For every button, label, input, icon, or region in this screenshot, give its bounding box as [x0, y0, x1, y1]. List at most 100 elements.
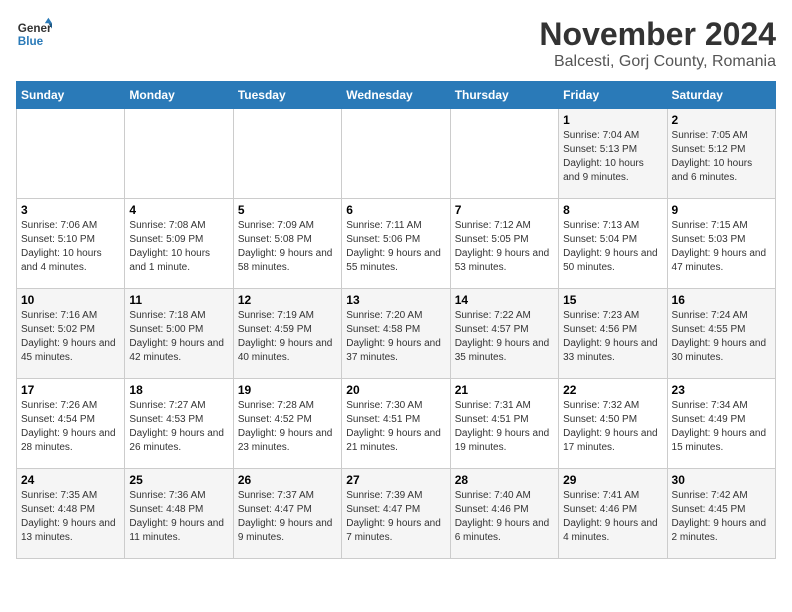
logo-icon: General Blue: [16, 16, 52, 52]
day-info: Sunrise: 7:04 AM Sunset: 5:13 PM Dayligh…: [563, 129, 662, 185]
day-info: Sunrise: 7:34 AM Sunset: 4:49 PM Dayligh…: [672, 399, 771, 455]
day-number: 23: [672, 383, 771, 397]
weekday-header-friday: Friday: [559, 82, 667, 109]
calendar-cell: 2 Sunrise: 7:05 AM Sunset: 5:12 PM Daylig…: [667, 109, 775, 199]
day-number: 10: [21, 293, 120, 307]
day-number: 19: [238, 383, 337, 397]
day-info: Sunrise: 7:22 AM Sunset: 4:57 PM Dayligh…: [455, 309, 554, 365]
day-info: Sunrise: 7:37 AM Sunset: 4:47 PM Dayligh…: [238, 489, 337, 545]
calendar-cell: 11 Sunrise: 7:18 AM Sunset: 5:00 PM Dayli…: [125, 289, 233, 379]
day-number: 8: [563, 203, 662, 217]
day-number: 4: [129, 203, 228, 217]
day-info: Sunrise: 7:28 AM Sunset: 4:52 PM Dayligh…: [238, 399, 337, 455]
calendar-cell: 8 Sunrise: 7:13 AM Sunset: 5:04 PM Daylig…: [559, 199, 667, 289]
calendar-cell: 21 Sunrise: 7:31 AM Sunset: 4:51 PM Dayli…: [450, 379, 558, 469]
day-info: Sunrise: 7:32 AM Sunset: 4:50 PM Dayligh…: [563, 399, 662, 455]
day-info: Sunrise: 7:42 AM Sunset: 4:45 PM Dayligh…: [672, 489, 771, 545]
day-info: Sunrise: 7:26 AM Sunset: 4:54 PM Dayligh…: [21, 399, 120, 455]
day-info: Sunrise: 7:35 AM Sunset: 4:48 PM Dayligh…: [21, 489, 120, 545]
day-info: Sunrise: 7:20 AM Sunset: 4:58 PM Dayligh…: [346, 309, 445, 365]
calendar-cell: 18 Sunrise: 7:27 AM Sunset: 4:53 PM Dayli…: [125, 379, 233, 469]
day-info: Sunrise: 7:13 AM Sunset: 5:04 PM Dayligh…: [563, 219, 662, 275]
calendar-cell: 30 Sunrise: 7:42 AM Sunset: 4:45 PM Dayli…: [667, 469, 775, 559]
calendar-cell: 26 Sunrise: 7:37 AM Sunset: 4:47 PM Dayli…: [233, 469, 341, 559]
day-info: Sunrise: 7:30 AM Sunset: 4:51 PM Dayligh…: [346, 399, 445, 455]
calendar-cell: 1Sunrise: 7:04 AM Sunset: 5:13 PM Daylig…: [559, 109, 667, 199]
day-info: Sunrise: 7:41 AM Sunset: 4:46 PM Dayligh…: [563, 489, 662, 545]
calendar-cell: [125, 109, 233, 199]
calendar-cell: 10 Sunrise: 7:16 AM Sunset: 5:02 PM Dayli…: [17, 289, 125, 379]
weekday-header-saturday: Saturday: [667, 82, 775, 109]
day-info: Sunrise: 7:12 AM Sunset: 5:05 PM Dayligh…: [455, 219, 554, 275]
day-number: 13: [346, 293, 445, 307]
day-info: Sunrise: 7:09 AM Sunset: 5:08 PM Dayligh…: [238, 219, 337, 275]
day-info: Sunrise: 7:40 AM Sunset: 4:46 PM Dayligh…: [455, 489, 554, 545]
page-title: November 2024: [539, 16, 776, 53]
calendar-cell: 27 Sunrise: 7:39 AM Sunset: 4:47 PM Dayli…: [342, 469, 450, 559]
day-info: Sunrise: 7:05 AM Sunset: 5:12 PM Dayligh…: [672, 129, 771, 185]
calendar-cell: 24 Sunrise: 7:35 AM Sunset: 4:48 PM Dayli…: [17, 469, 125, 559]
day-number: 21: [455, 383, 554, 397]
day-info: Sunrise: 7:11 AM Sunset: 5:06 PM Dayligh…: [346, 219, 445, 275]
calendar-header: SundayMondayTuesdayWednesdayThursdayFrid…: [17, 82, 776, 109]
day-number: 30: [672, 473, 771, 487]
day-number: 6: [346, 203, 445, 217]
day-info: Sunrise: 7:39 AM Sunset: 4:47 PM Dayligh…: [346, 489, 445, 545]
day-number: 18: [129, 383, 228, 397]
day-info: Sunrise: 7:15 AM Sunset: 5:03 PM Dayligh…: [672, 219, 771, 275]
calendar-cell: 29Sunrise: 7:41 AM Sunset: 4:46 PM Dayli…: [559, 469, 667, 559]
calendar-cell: [233, 109, 341, 199]
calendar-cell: 19 Sunrise: 7:28 AM Sunset: 4:52 PM Dayli…: [233, 379, 341, 469]
day-number: 2: [672, 113, 771, 127]
day-number: 25: [129, 473, 228, 487]
day-number: 24: [21, 473, 120, 487]
calendar-cell: 3 Sunrise: 7:06 AM Sunset: 5:10 PM Daylig…: [17, 199, 125, 289]
calendar-cell: 9 Sunrise: 7:15 AM Sunset: 5:03 PM Daylig…: [667, 199, 775, 289]
day-info: Sunrise: 7:19 AM Sunset: 4:59 PM Dayligh…: [238, 309, 337, 365]
calendar-week-3: 10 Sunrise: 7:16 AM Sunset: 5:02 PM Dayli…: [17, 289, 776, 379]
page-subtitle: Balcesti, Gorj County, Romania: [539, 53, 776, 71]
weekday-header-thursday: Thursday: [450, 82, 558, 109]
day-number: 27: [346, 473, 445, 487]
day-info: Sunrise: 7:23 AM Sunset: 4:56 PM Dayligh…: [563, 309, 662, 365]
day-number: 7: [455, 203, 554, 217]
day-info: Sunrise: 7:08 AM Sunset: 5:09 PM Dayligh…: [129, 219, 228, 275]
day-number: 20: [346, 383, 445, 397]
day-info: Sunrise: 7:27 AM Sunset: 4:53 PM Dayligh…: [129, 399, 228, 455]
day-info: Sunrise: 7:18 AM Sunset: 5:00 PM Dayligh…: [129, 309, 228, 365]
day-number: 14: [455, 293, 554, 307]
weekday-header-sunday: Sunday: [17, 82, 125, 109]
day-info: Sunrise: 7:31 AM Sunset: 4:51 PM Dayligh…: [455, 399, 554, 455]
calendar-cell: 20 Sunrise: 7:30 AM Sunset: 4:51 PM Dayli…: [342, 379, 450, 469]
calendar-cell: 5 Sunrise: 7:09 AM Sunset: 5:08 PM Daylig…: [233, 199, 341, 289]
calendar-cell: 4 Sunrise: 7:08 AM Sunset: 5:09 PM Daylig…: [125, 199, 233, 289]
calendar-body: 1Sunrise: 7:04 AM Sunset: 5:13 PM Daylig…: [17, 109, 776, 559]
calendar-cell: 17 Sunrise: 7:26 AM Sunset: 4:54 PM Dayli…: [17, 379, 125, 469]
day-number: 28: [455, 473, 554, 487]
calendar-cell: 22Sunrise: 7:32 AM Sunset: 4:50 PM Dayli…: [559, 379, 667, 469]
day-info: Sunrise: 7:16 AM Sunset: 5:02 PM Dayligh…: [21, 309, 120, 365]
day-number: 26: [238, 473, 337, 487]
calendar-week-5: 24 Sunrise: 7:35 AM Sunset: 4:48 PM Dayli…: [17, 469, 776, 559]
day-number: 11: [129, 293, 228, 307]
day-number: 16: [672, 293, 771, 307]
calendar-week-2: 3 Sunrise: 7:06 AM Sunset: 5:10 PM Daylig…: [17, 199, 776, 289]
calendar-cell: 6 Sunrise: 7:11 AM Sunset: 5:06 PM Daylig…: [342, 199, 450, 289]
calendar-table: SundayMondayTuesdayWednesdayThursdayFrid…: [16, 81, 776, 559]
day-info: Sunrise: 7:06 AM Sunset: 5:10 PM Dayligh…: [21, 219, 120, 275]
calendar-cell: 16Sunrise: 7:24 AM Sunset: 4:55 PM Dayli…: [667, 289, 775, 379]
calendar-cell: 14 Sunrise: 7:22 AM Sunset: 4:57 PM Dayli…: [450, 289, 558, 379]
calendar-cell: [17, 109, 125, 199]
day-number: 3: [21, 203, 120, 217]
calendar-cell: 28 Sunrise: 7:40 AM Sunset: 4:46 PM Dayli…: [450, 469, 558, 559]
day-number: 12: [238, 293, 337, 307]
calendar-cell: [342, 109, 450, 199]
calendar-week-4: 17 Sunrise: 7:26 AM Sunset: 4:54 PM Dayli…: [17, 379, 776, 469]
weekday-header-row: SundayMondayTuesdayWednesdayThursdayFrid…: [17, 82, 776, 109]
svg-text:Blue: Blue: [18, 35, 44, 48]
day-number: 9: [672, 203, 771, 217]
day-number: 15: [563, 293, 662, 307]
day-number: 17: [21, 383, 120, 397]
calendar-cell: [450, 109, 558, 199]
day-number: 5: [238, 203, 337, 217]
